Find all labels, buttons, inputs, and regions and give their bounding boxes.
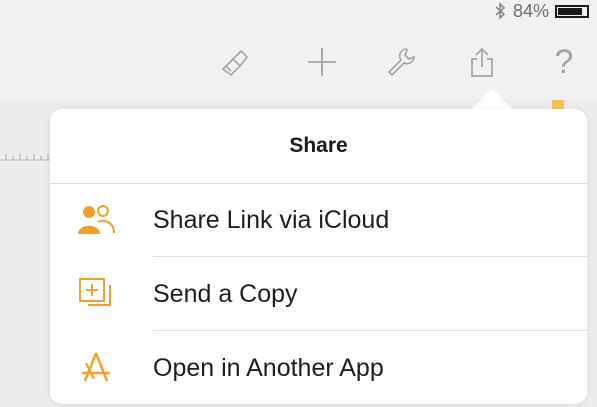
people-icon bbox=[76, 201, 116, 239]
help-label: ? bbox=[554, 42, 574, 81]
battery-icon bbox=[555, 4, 589, 18]
plus-icon[interactable] bbox=[302, 42, 342, 82]
app-store-icon bbox=[76, 349, 116, 387]
battery-percentage: 84% bbox=[512, 0, 549, 21]
menu-item-label: Share Link via iCloud bbox=[153, 205, 390, 234]
help-icon[interactable]: ? bbox=[544, 42, 584, 82]
copy-icon bbox=[76, 275, 116, 313]
status-bar: 84% bbox=[493, 0, 589, 22]
menu-item-label: Send a Copy bbox=[153, 279, 298, 308]
share-popover: Share Share Link via iCloud Send a Copy bbox=[50, 109, 587, 404]
menu-item-label: Open in Another App bbox=[153, 353, 384, 382]
send-a-copy-item[interactable]: Send a Copy bbox=[50, 257, 587, 331]
popover-arrow bbox=[470, 89, 514, 111]
popover-title: Share bbox=[289, 134, 348, 157]
share-icon[interactable] bbox=[462, 42, 502, 82]
wrench-icon[interactable] bbox=[381, 42, 421, 82]
open-in-another-app-item[interactable]: Open in Another App bbox=[50, 331, 587, 405]
paintbrush-icon[interactable] bbox=[214, 42, 254, 82]
battery-level bbox=[558, 7, 582, 15]
toolbar: 84% ? bbox=[0, 0, 597, 101]
bluetooth-icon bbox=[495, 2, 506, 20]
share-link-via-icloud-item[interactable]: Share Link via iCloud bbox=[50, 183, 587, 257]
